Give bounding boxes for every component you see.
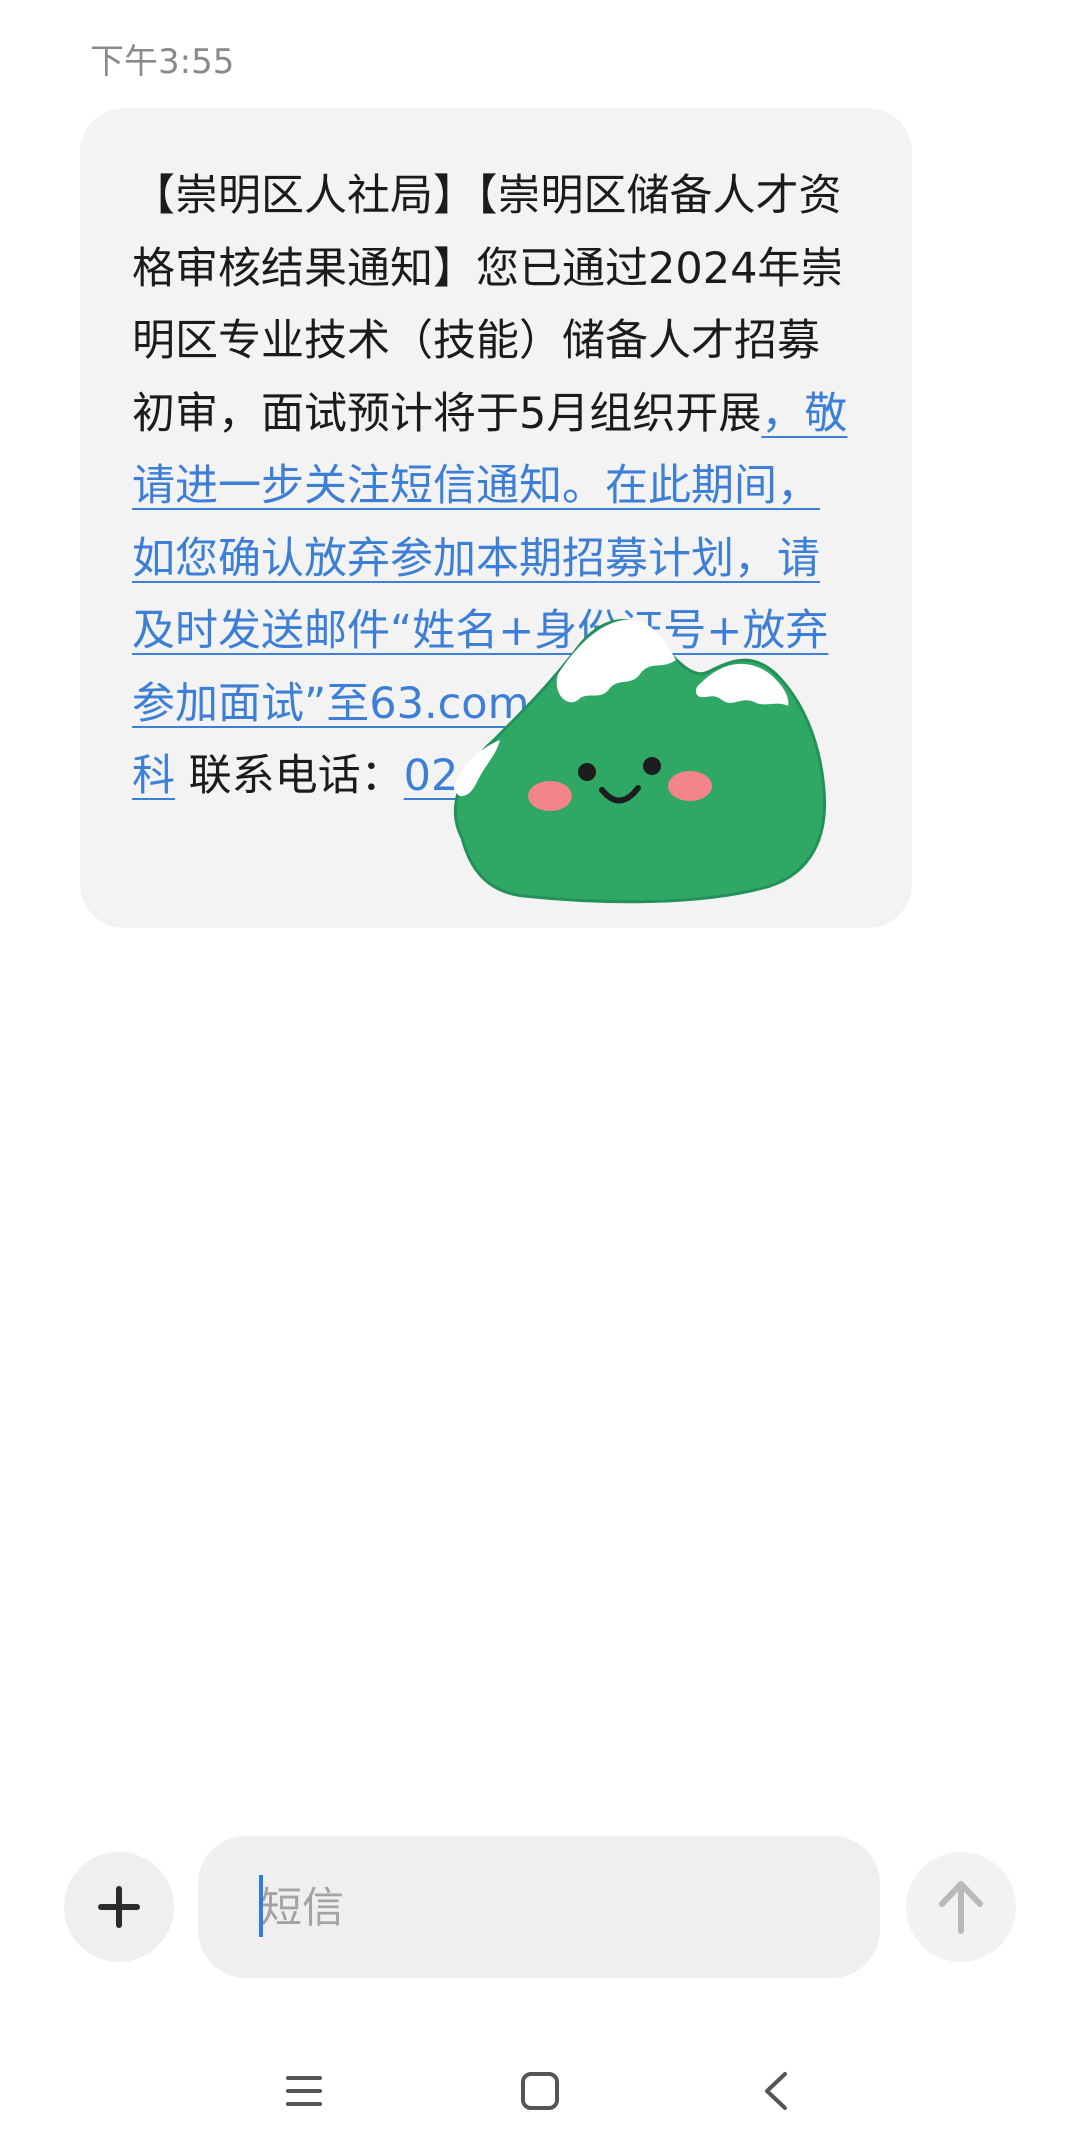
menu-icon <box>286 2076 322 2106</box>
system-navigation-bar <box>0 2040 1080 2140</box>
plus-icon <box>98 1886 140 1928</box>
recent-apps-button[interactable] <box>264 2056 344 2126</box>
sticker-right-cheek <box>668 771 712 801</box>
message-plain-text: 【崇明区人社局】【崇明区储备人才资格审核结果通知】您已通过2024年崇明区专业技… <box>132 171 844 439</box>
arrow-up-icon <box>939 1881 983 1934</box>
home-button[interactable] <box>500 2056 580 2126</box>
smiling-mountain-sticker <box>453 619 827 904</box>
message-link-end[interactable]: 科 <box>132 751 175 801</box>
add-attachment-button[interactable] <box>64 1852 174 1962</box>
message-contact-label: 联系电话： <box>175 751 404 801</box>
sticker-right-eye <box>643 757 661 775</box>
message-timestamp: 下午3:55 <box>90 42 235 82</box>
text-caret <box>259 1875 263 1937</box>
back-button[interactable] <box>736 2056 816 2126</box>
home-square-icon <box>521 2072 559 2110</box>
send-button[interactable] <box>906 1852 1016 1962</box>
sticker-left-cheek <box>528 781 572 811</box>
message-input[interactable] <box>260 1877 820 1937</box>
message-composer <box>0 1830 1080 1980</box>
message-input-container[interactable] <box>198 1836 880 1978</box>
sticker-left-eye <box>578 763 596 781</box>
back-chevron-icon <box>765 2072 787 2110</box>
